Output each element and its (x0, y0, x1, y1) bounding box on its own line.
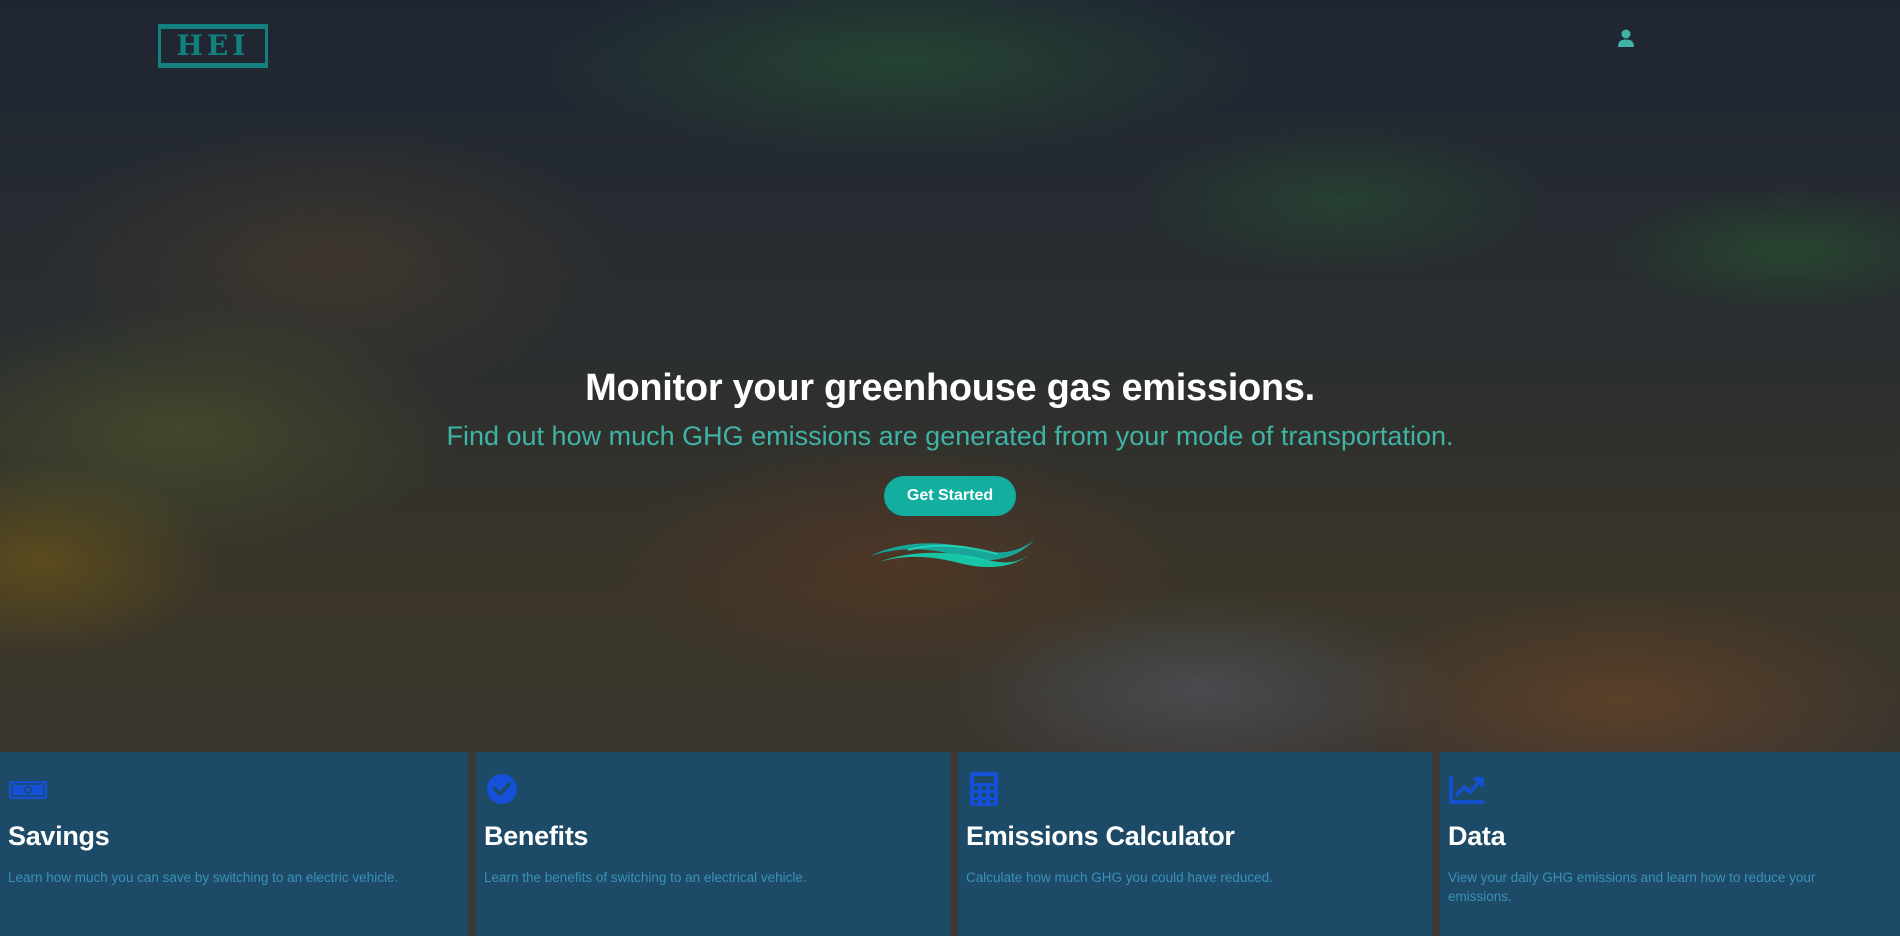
card-title: Savings (8, 821, 110, 851)
card-title: Data (1448, 821, 1506, 851)
card-description: Calculate how much GHG you could have re… (966, 870, 1273, 885)
money-bill-icon (9, 781, 47, 799)
feature-cards: Savings Learn how much you can save by s… (0, 752, 1900, 936)
card-savings[interactable]: Savings Learn how much you can save by s… (0, 752, 468, 936)
card-emissions-calculator[interactable]: Emissions Calculator Calculate how much … (958, 752, 1432, 936)
chart-line-icon (1449, 776, 1484, 804)
hero-content: Monitor your greenhouse gas emissions. F… (0, 360, 1900, 516)
calculator-icon (970, 772, 998, 806)
hero-subtitle: Find out how much GHG emissions are gene… (446, 421, 1454, 451)
card-title: Benefits (484, 821, 589, 851)
card-title: Emissions Calculator (966, 821, 1235, 851)
card-description: Learn the benefits of switching to an el… (484, 870, 807, 885)
card-data[interactable]: Data View your daily GHG emissions and l… (1440, 752, 1900, 936)
logo-frame: HEI (161, 27, 265, 65)
logo[interactable]: HEI (158, 24, 268, 68)
logo-text: HEI (176, 29, 250, 62)
user-icon[interactable] (1616, 28, 1636, 48)
get-started-button[interactable]: Get Started (884, 476, 1016, 516)
card-description: Learn how much you can save by switching… (8, 870, 399, 885)
check-circle-icon (487, 774, 517, 804)
card-description: View your daily GHG emissions and learn … (1448, 870, 1816, 904)
hero-section: HEI Monitor your greenhouse gas emission… (0, 0, 1900, 752)
card-benefits[interactable]: Benefits Learn the benefits of switching… (476, 752, 950, 936)
waves-icon (870, 540, 1034, 568)
hero-title: Monitor your greenhouse gas emissions. (585, 367, 1315, 409)
